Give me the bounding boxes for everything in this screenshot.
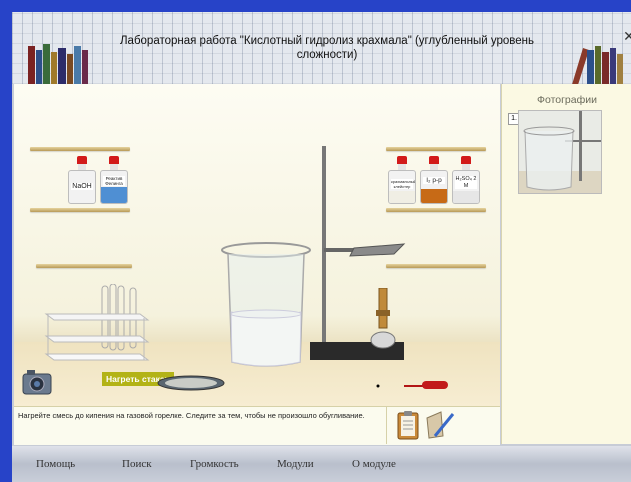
status-tools <box>386 406 501 444</box>
menu-search[interactable]: Поиск <box>122 458 152 470</box>
fehling-label: Реактив Фелинга <box>103 176 125 186</box>
wire-gauze[interactable] <box>156 374 226 392</box>
notebook-pencil-icon[interactable] <box>425 410 455 440</box>
bottle-iodine[interactable]: I₂ р-р <box>420 156 448 204</box>
shelf-left-bottom <box>36 264 132 268</box>
shelf-left-top <box>30 147 130 151</box>
bottle-fehling[interactable]: Реактив Фелинга <box>100 156 128 204</box>
menu-volume[interactable]: Громкость <box>190 458 239 470</box>
photo-thumbnail[interactable] <box>518 110 602 194</box>
header: Лабораторная работа "Кислотный гидролиз … <box>12 12 631 94</box>
menu-about[interactable]: О модуле <box>352 458 396 470</box>
shelf-left-middle <box>30 208 130 212</box>
iodine-label: I₂ р-р <box>423 177 445 184</box>
instruction-text: Нагрейте смесь до кипения на газовой гор… <box>18 411 365 420</box>
menu-modules[interactable]: Модули <box>277 458 314 470</box>
menu-help[interactable]: Помощь <box>36 458 75 470</box>
photos-panel: Фотографии 1. <box>501 84 631 444</box>
clipboard-icon[interactable] <box>397 410 419 440</box>
bottle-naoh[interactable]: NaOH <box>68 156 96 204</box>
beaker[interactable] <box>218 240 314 370</box>
gas-burner[interactable] <box>370 288 398 350</box>
lab-scene: NaOH Реактив Фелинга крахмальный клейсте… <box>14 84 500 406</box>
ring-stand[interactable] <box>310 144 420 364</box>
h2so4-label: H₂SO₄ 2 M <box>455 176 477 189</box>
bottom-menu: Помощь Поиск Громкость Модули О модуле <box>12 446 631 482</box>
page-title: Лабораторная работа "Кислотный гидролиз … <box>120 35 534 61</box>
naoh-label: NaOH <box>71 183 93 190</box>
test-tube-rack[interactable] <box>44 284 154 362</box>
photos-title: Фотографии <box>536 94 597 106</box>
camera-icon[interactable] <box>22 368 52 396</box>
match-icon[interactable] <box>374 378 450 392</box>
close-icon[interactable]: ✕ <box>618 28 631 44</box>
bottle-h2so4[interactable]: H₂SO₄ 2 M <box>452 156 480 204</box>
